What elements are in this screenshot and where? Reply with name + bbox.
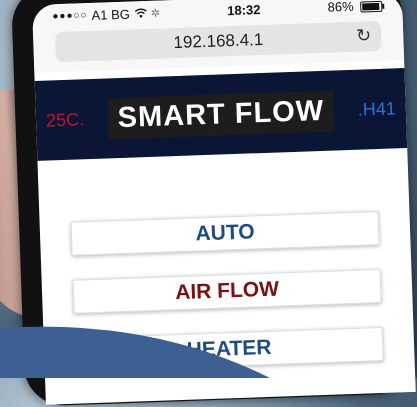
signal-dots-icon: ●●●○○ <box>52 9 88 22</box>
activity-spinner-icon: ✲ <box>150 7 161 20</box>
battery-icon <box>360 0 383 13</box>
auto-button[interactable]: AUTO <box>70 211 380 256</box>
reload-icon[interactable]: ↻ <box>356 25 372 47</box>
battery-status: 86% <box>327 0 383 15</box>
carrier-label: A1 BG <box>91 6 131 23</box>
address-bar[interactable]: 192.168.4.1 ↻ <box>54 20 382 63</box>
heater-button[interactable]: HEATER <box>74 326 384 372</box>
page-title: SMART FLOW <box>107 90 335 139</box>
battery-level <box>362 2 380 11</box>
humidity-readout: .H41 <box>357 97 397 120</box>
phone-screen: ●●●○○ A1 BG ✲ 18:32 86% 192.168.4.1 ↻ 25… <box>32 0 416 405</box>
battery-percent: 86% <box>327 0 354 15</box>
header-banner: 25C. SMART FLOW .H41 <box>34 68 408 161</box>
clock-time: 18:32 <box>226 1 261 18</box>
temperature-readout: 25C. <box>45 108 85 131</box>
mode-button-list: AUTO AIR FLOW HEATER <box>37 148 414 373</box>
status-left: ●●●○○ A1 BG ✲ <box>52 5 160 24</box>
air-flow-button[interactable]: AIR FLOW <box>72 269 382 314</box>
wifi-icon <box>134 6 148 21</box>
url-text: 192.168.4.1 <box>173 29 264 53</box>
